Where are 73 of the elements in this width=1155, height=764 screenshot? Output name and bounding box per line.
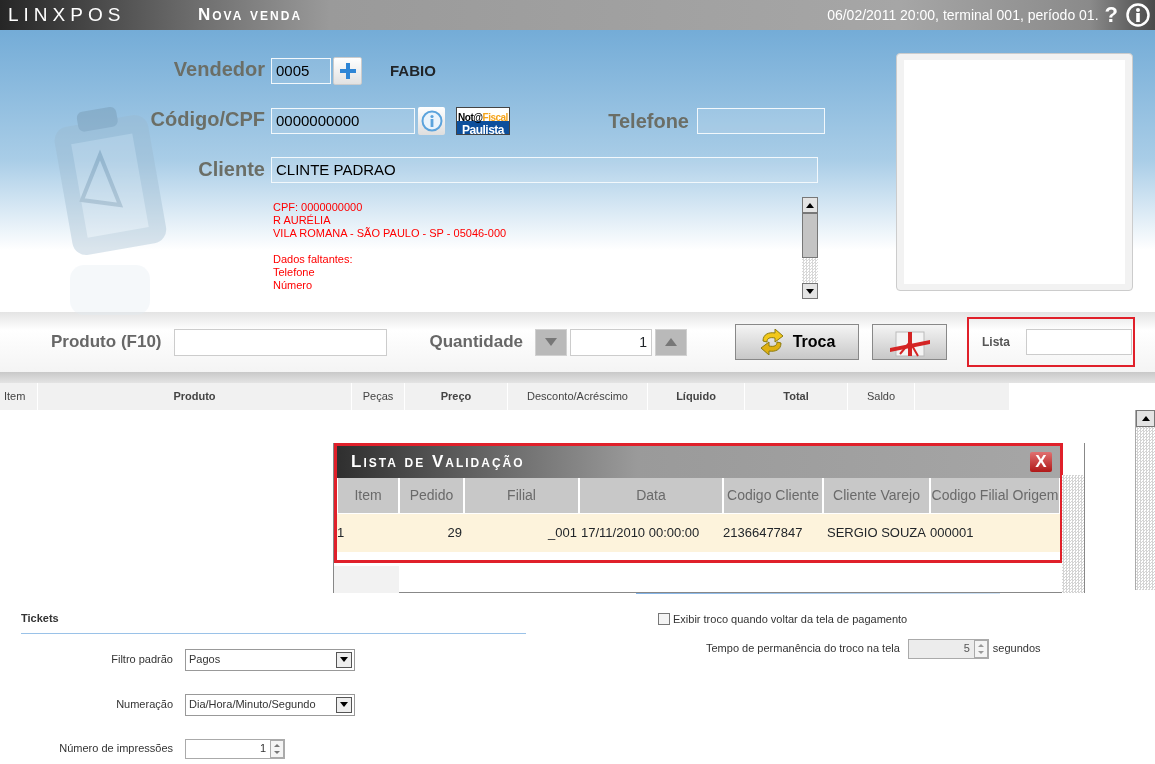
dropdown-arrow-icon (340, 702, 348, 707)
checkbox[interactable] (658, 613, 670, 626)
vendedor-label: Vendedor (172, 57, 265, 82)
dropdown-arrow-icon (340, 657, 348, 662)
cliente-label: Cliente (197, 157, 265, 182)
table-cell-text: 1 (337, 524, 346, 542)
up-arrow-icon (806, 202, 814, 208)
quantidade-label: Quantidade (429, 331, 523, 354)
codigo-label: Código/CPF (149, 107, 265, 132)
scrollbar[interactable] (1062, 475, 1084, 593)
vendedor-name: FABIO (390, 60, 436, 81)
up-arrow-icon (665, 338, 677, 346)
lista-label: Lista (982, 334, 1011, 351)
dropdown[interactable]: Pagos (185, 648, 355, 671)
checkbox-label: Exibir troco quando voltar da tela de pagamento (673, 612, 908, 627)
plus-icon (339, 63, 356, 79)
info-button[interactable] (418, 107, 445, 135)
column-header[interactable]: Item (0, 383, 38, 410)
table-row[interactable]: 1 29 _001 17/11/2010 00:00:00 21366477847 SERGIO SOUZA 000001 (337, 514, 1060, 552)
decrease-button[interactable] (535, 328, 567, 356)
field-label: Número de impressões (58, 741, 174, 757)
telefone-label: Telefone (607, 108, 689, 134)
column-header[interactable]: Produto (38, 383, 352, 410)
telefone-field[interactable] (697, 108, 825, 134)
column-header[interactable]: Preço (405, 383, 508, 410)
info-icon[interactable] (1126, 3, 1150, 27)
spin-arrows-icon (973, 639, 988, 658)
window-title: Nova venda (198, 4, 303, 27)
troca-button[interactable]: Troca (735, 324, 859, 360)
vendedor-field[interactable]: 0005 (271, 58, 331, 84)
dropdown[interactable]: Dia/Hora/Minuto/Segundo (185, 693, 355, 716)
number-spinner[interactable]: 1 (185, 738, 285, 759)
section-heading: Tickets (21, 610, 526, 634)
up-arrow-icon (1141, 416, 1150, 421)
increase-button[interactable] (655, 328, 687, 356)
scrollbar[interactable] (802, 197, 818, 299)
field-label: Numeração (115, 697, 174, 713)
quantidade-field[interactable]: 1 (570, 328, 652, 356)
row-header-strip (334, 566, 399, 593)
gift-button[interactable] (872, 324, 947, 360)
add-button[interactable] (333, 57, 362, 85)
column-header[interactable]: Saldo (848, 383, 915, 410)
spin-arrows-icon (270, 739, 284, 758)
field-label: Filtro padrão (110, 652, 174, 668)
dialog-title: Lista de Validação (351, 451, 525, 474)
column-header[interactable]: Líquido (648, 383, 745, 410)
column-header[interactable]: Desconto/Acréscimo (508, 383, 648, 410)
swap-arrows-icon (758, 329, 785, 355)
app-logo: LINXPOS (8, 2, 127, 27)
close-button[interactable]: X (1030, 452, 1052, 472)
produto-label: Produto (F10) (51, 331, 162, 354)
lista-field[interactable] (1026, 329, 1133, 355)
table-cell-text: 000001 (930, 524, 975, 542)
table-cell-text: SERGIO SOUZA (826, 524, 927, 542)
table-cell-text: 17/11/2010 00:00:00 (580, 524, 701, 542)
table-cell-text: 29 (446, 524, 463, 542)
cliente-field[interactable]: CLINTE PADRAO (271, 157, 818, 183)
down-arrow-icon (806, 288, 814, 294)
column-header[interactable]: Total (745, 383, 848, 410)
scrollbar[interactable] (1135, 410, 1155, 590)
table-cell-text: _001 (546, 524, 578, 542)
down-arrow-icon (545, 338, 557, 346)
info-icon (420, 110, 443, 132)
field-label: Tempo de permanência do troco na tela (706, 641, 900, 657)
table-cell-text: 21366477847 (723, 524, 804, 542)
help-button[interactable]: ? (1104, 4, 1118, 26)
nota-fiscal-logo: Not@Fiscal Paulista (456, 107, 510, 135)
client-info-text: CPF: 0000000000 R AURÉLIA VILA ROMANA - SÃO PAULO - SP - 05046-000 Dados faltantes: Telefone Número (272, 200, 508, 293)
produto-field[interactable] (173, 328, 387, 356)
status-text: 06/02/2011 20:00, terminal 001, período 01. (827, 5, 1099, 25)
unit-label: segundos (992, 641, 1041, 657)
codigo-field[interactable]: 0000000000 (271, 108, 415, 134)
column-header[interactable]: Peças (352, 383, 405, 410)
